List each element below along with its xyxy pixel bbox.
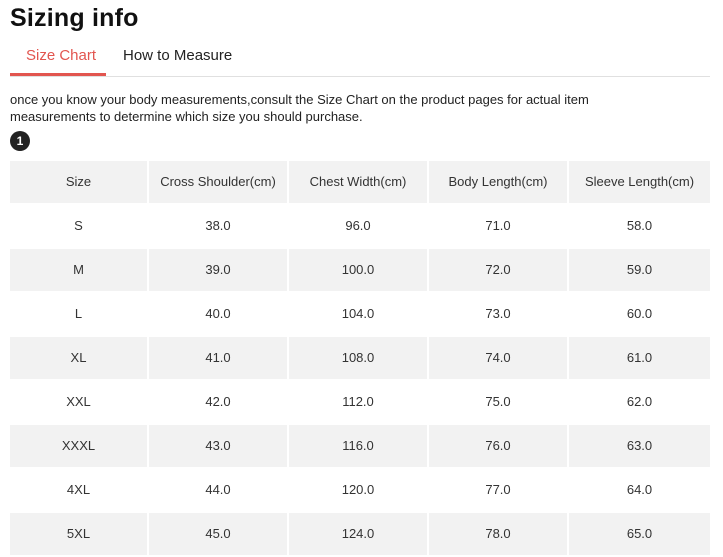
cell-body-length: 71.0 bbox=[429, 205, 567, 247]
cell-cross-shoulder: 45.0 bbox=[149, 513, 287, 555]
table-row: M 39.0 100.0 72.0 59.0 bbox=[10, 249, 710, 291]
cell-size: XXL bbox=[10, 381, 147, 423]
cell-size: 5XL bbox=[10, 513, 147, 555]
cell-sleeve-length: 63.0 bbox=[569, 425, 710, 467]
cell-body-length: 78.0 bbox=[429, 513, 567, 555]
table-body: S 38.0 96.0 71.0 58.0 M 39.0 100.0 72.0 59.0 L 40.0… bbox=[10, 205, 710, 555]
size-chart-table: Size Cross Shoulder(cm) Chest Width(cm) … bbox=[10, 161, 710, 557]
cell-chest-width: 96.0 bbox=[289, 205, 427, 247]
cell-sleeve-length: 60.0 bbox=[569, 293, 710, 335]
sizing-info-page: Sizing info Size Chart How to Measure on… bbox=[0, 0, 723, 557]
cell-sleeve-length: 62.0 bbox=[569, 381, 710, 423]
cell-body-length: 73.0 bbox=[429, 293, 567, 335]
page-title: Sizing info bbox=[10, 4, 139, 32]
tab-how-to-measure[interactable]: How to Measure bbox=[123, 47, 232, 64]
cell-size: L bbox=[10, 293, 147, 335]
column-header-size: Size bbox=[10, 161, 147, 203]
cell-body-length: 74.0 bbox=[429, 337, 567, 379]
cell-size: M bbox=[10, 249, 147, 291]
cell-body-length: 77.0 bbox=[429, 469, 567, 511]
cell-cross-shoulder: 38.0 bbox=[149, 205, 287, 247]
tab-size-chart[interactable]: Size Chart bbox=[26, 47, 96, 64]
cell-sleeve-length: 65.0 bbox=[569, 513, 710, 555]
column-header-cross-shoulder: Cross Shoulder(cm) bbox=[149, 161, 287, 203]
cell-chest-width: 120.0 bbox=[289, 469, 427, 511]
cell-chest-width: 100.0 bbox=[289, 249, 427, 291]
cell-sleeve-length: 61.0 bbox=[569, 337, 710, 379]
cell-chest-width: 124.0 bbox=[289, 513, 427, 555]
cell-body-length: 75.0 bbox=[429, 381, 567, 423]
cell-chest-width: 104.0 bbox=[289, 293, 427, 335]
table-row: XL 41.0 108.0 74.0 61.0 bbox=[10, 337, 710, 379]
table-row: L 40.0 104.0 73.0 60.0 bbox=[10, 293, 710, 335]
instruction-text: once you know your body measurements,con… bbox=[10, 92, 589, 124]
cell-cross-shoulder: 40.0 bbox=[149, 293, 287, 335]
cell-size: S bbox=[10, 205, 147, 247]
cell-chest-width: 108.0 bbox=[289, 337, 427, 379]
cell-sleeve-length: 64.0 bbox=[569, 469, 710, 511]
cell-sleeve-length: 58.0 bbox=[569, 205, 710, 247]
column-header-body-length: Body Length(cm) bbox=[429, 161, 567, 203]
cell-sleeve-length: 59.0 bbox=[569, 249, 710, 291]
table-row: S 38.0 96.0 71.0 58.0 bbox=[10, 205, 710, 247]
cell-size: XXXL bbox=[10, 425, 147, 467]
cell-cross-shoulder: 39.0 bbox=[149, 249, 287, 291]
table-header-row: Size Cross Shoulder(cm) Chest Width(cm) … bbox=[10, 161, 710, 203]
cell-cross-shoulder: 43.0 bbox=[149, 425, 287, 467]
cell-cross-shoulder: 41.0 bbox=[149, 337, 287, 379]
active-tab-indicator bbox=[10, 73, 106, 76]
table-row: XXXL 43.0 116.0 76.0 63.0 bbox=[10, 425, 710, 467]
cell-body-length: 72.0 bbox=[429, 249, 567, 291]
column-header-chest-width: Chest Width(cm) bbox=[289, 161, 427, 203]
table-row: 4XL 44.0 120.0 77.0 64.0 bbox=[10, 469, 710, 511]
cell-chest-width: 112.0 bbox=[289, 381, 427, 423]
cell-body-length: 76.0 bbox=[429, 425, 567, 467]
cell-chest-width: 116.0 bbox=[289, 425, 427, 467]
cell-size: XL bbox=[10, 337, 147, 379]
tab-bar: Size Chart How to Measure bbox=[10, 40, 710, 77]
cell-cross-shoulder: 44.0 bbox=[149, 469, 287, 511]
column-header-sleeve-length: Sleeve Length(cm) bbox=[569, 161, 710, 203]
cell-cross-shoulder: 42.0 bbox=[149, 381, 287, 423]
table-row: XXL 42.0 112.0 75.0 62.0 bbox=[10, 381, 710, 423]
table-row: 5XL 45.0 124.0 78.0 65.0 bbox=[10, 513, 710, 555]
cell-size: 4XL bbox=[10, 469, 147, 511]
step-number-badge: 1 bbox=[10, 131, 30, 151]
